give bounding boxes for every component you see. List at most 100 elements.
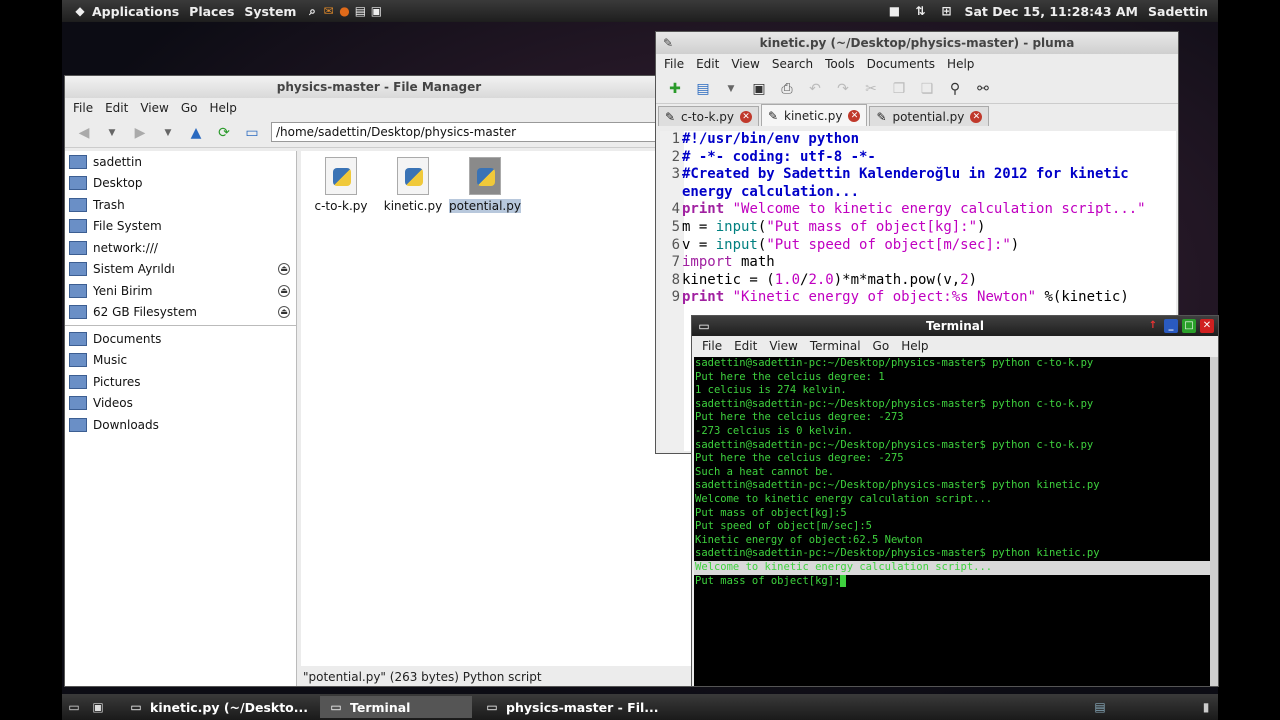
eject-icon[interactable]: ⏏ [278, 284, 290, 297]
taskbar-item[interactable]: ▭ kinetic.py (~/Deskto... [120, 696, 316, 718]
menu-view[interactable]: View [140, 101, 168, 115]
line-number: 3 [671, 166, 680, 183]
file-item-c-to-k[interactable]: c-to-k.py [301, 151, 381, 213]
menu-view[interactable]: View [769, 339, 797, 353]
applications-menu[interactable]: ◆ Applications [72, 3, 179, 19]
cut-icon[interactable]: ✂ [860, 78, 882, 100]
find-icon[interactable]: ⚲ [944, 78, 966, 100]
sidebar-item-music[interactable]: Music [65, 350, 296, 372]
sidebar-item-videos[interactable]: Videos [65, 393, 296, 415]
menu-go[interactable]: Go [181, 101, 198, 115]
system-menu[interactable]: System [244, 4, 296, 19]
home-folder-icon[interactable]: ▭ [241, 122, 263, 144]
taskbar-item[interactable]: ▭ Terminal [320, 696, 473, 718]
menu-terminal[interactable]: Terminal [810, 339, 861, 353]
back-icon[interactable]: ◀ [73, 122, 95, 144]
code-line-2: # -*- coding: utf-8 -*- [682, 148, 876, 165]
mail-icon[interactable]: ✉ [320, 3, 336, 19]
sidebar-item-desktop[interactable]: Desktop [65, 173, 296, 195]
up-icon[interactable]: ▲ [185, 122, 207, 144]
tab-kinetic[interactable]: ✎ kinetic.py ✕ [761, 104, 868, 126]
terminal-titlebar[interactable]: ▭ Terminal ↑ _ □ ✕ [692, 316, 1218, 336]
close-icon[interactable]: ✕ [1200, 319, 1214, 333]
show-desktop-icon[interactable]: ▭ [66, 699, 82, 715]
sidebar-item-62-gb-filesystem[interactable]: 62 GB Filesystem ⏏ [65, 302, 296, 324]
open-file-icon[interactable]: ▤ [692, 78, 714, 100]
user-menu[interactable]: Sadettin [1148, 4, 1208, 19]
pluma-titlebar[interactable]: ✎ kinetic.py (~/Desktop/physics-master) … [656, 32, 1178, 54]
workspace-switcher-icon[interactable]: ▤ [1092, 699, 1108, 715]
terminal-output[interactable]: sadettin@sadettin-pc:~/Desktop/physics-m… [694, 357, 1210, 686]
python-file-icon: ✎ [665, 109, 676, 124]
file-item-potential[interactable]: potential.py [445, 151, 525, 213]
close-tab-icon[interactable]: ✕ [848, 109, 861, 122]
close-tab-icon[interactable]: ✕ [970, 110, 983, 123]
close-tab-icon[interactable]: ✕ [740, 110, 753, 123]
menu-file[interactable]: File [664, 57, 684, 71]
forward-icon[interactable]: ▶ [129, 122, 151, 144]
places-menu[interactable]: Places [189, 4, 234, 19]
reload-icon[interactable]: ⟳ [213, 122, 235, 144]
trash-applet-icon[interactable]: ▮ [1198, 699, 1214, 715]
sidebar-separator [65, 325, 296, 326]
taskbar-item[interactable]: ▭ physics-master - Fil... [476, 696, 667, 718]
open-dropdown-icon[interactable]: ▼ [720, 78, 742, 100]
save-icon[interactable]: ▣ [748, 78, 770, 100]
workspace-switcher-icon[interactable]: ⊞ [938, 3, 954, 19]
sidebar-item-sistem-ayr-ld-[interactable]: Sistem Ayrıldı ⏏ [65, 259, 296, 281]
location-bar[interactable]: /home/sadettin/Desktop/physics-master [271, 122, 691, 142]
menu-edit[interactable]: Edit [734, 339, 757, 353]
menu-file[interactable]: File [702, 339, 722, 353]
menu-go[interactable]: Go [873, 339, 890, 353]
undo-icon[interactable]: ↶ [804, 78, 826, 100]
menu-documents[interactable]: Documents [867, 57, 935, 71]
sidebar-item-yeni-birim[interactable]: Yeni Birim ⏏ [65, 280, 296, 302]
menu-help[interactable]: Help [209, 101, 236, 115]
sidebar-item-network-[interactable]: network:/// [65, 237, 296, 259]
terminal-scrollbar[interactable] [1210, 357, 1218, 686]
network-icon[interactable]: ⇅ [912, 3, 928, 19]
forward-dropdown-icon[interactable]: ▼ [157, 122, 179, 144]
tab-c-to-k[interactable]: ✎ c-to-k.py ✕ [658, 106, 760, 126]
redo-icon[interactable]: ↷ [832, 78, 854, 100]
stop-icon[interactable]: ■ [886, 3, 902, 19]
back-dropdown-icon[interactable]: ▼ [101, 122, 123, 144]
sidebar-item-documents[interactable]: Documents [65, 328, 296, 350]
sidebar-item-label: Sistem Ayrıldı [93, 262, 175, 277]
menu-edit[interactable]: Edit [105, 101, 128, 115]
notes-icon[interactable]: ▣ [368, 3, 384, 19]
sidebar-item-trash[interactable]: Trash [65, 194, 296, 216]
eject-icon[interactable]: ⏏ [278, 263, 290, 276]
replace-icon[interactable]: ⚯ [972, 78, 994, 100]
tab-potential[interactable]: ✎ potential.py ✕ [869, 106, 990, 126]
copy-icon[interactable]: ❐ [888, 78, 910, 100]
maximize-icon[interactable]: □ [1182, 319, 1196, 333]
search-icon[interactable]: ⌕ [304, 3, 320, 19]
menu-search[interactable]: Search [772, 57, 813, 71]
menu-view[interactable]: View [731, 57, 759, 71]
terminal-line: sadettin@sadettin-pc:~/Desktop/physics-m… [694, 479, 1210, 493]
paste-icon[interactable]: ❏ [916, 78, 938, 100]
clock[interactable]: Sat Dec 15, 11:28:43 AM [964, 4, 1138, 19]
sidebar-item-sadettin[interactable]: sadettin [65, 151, 296, 173]
sidebar-item-downloads[interactable]: Downloads [65, 414, 296, 436]
terminal-launcher-icon[interactable]: ▣ [90, 699, 106, 715]
file-item-kinetic[interactable]: kinetic.py [373, 151, 453, 213]
menu-help[interactable]: Help [901, 339, 928, 353]
move-up-icon[interactable]: ↑ [1146, 319, 1160, 333]
menu-help[interactable]: Help [947, 57, 974, 71]
document-icon[interactable]: ▤ [352, 3, 368, 19]
sidebar-item-label: Documents [93, 331, 162, 346]
eject-icon[interactable]: ⏏ [278, 306, 290, 319]
new-file-icon[interactable]: ✚ [664, 78, 686, 100]
sidebar-item-file-system[interactable]: File System [65, 216, 296, 238]
minimize-icon[interactable]: _ [1164, 319, 1178, 333]
file-manager-titlebar[interactable]: physics-master - File Manager [65, 76, 693, 98]
menu-tools[interactable]: Tools [825, 57, 855, 71]
sidebar-item-pictures[interactable]: Pictures [65, 371, 296, 393]
firefox-icon[interactable]: ● [336, 3, 352, 19]
menu-file[interactable]: File [73, 101, 93, 115]
print-icon[interactable]: ⎙ [776, 78, 798, 100]
terminal-line-text: Kinetic energy of object:62.5 Newton [695, 533, 923, 546]
menu-edit[interactable]: Edit [696, 57, 719, 71]
